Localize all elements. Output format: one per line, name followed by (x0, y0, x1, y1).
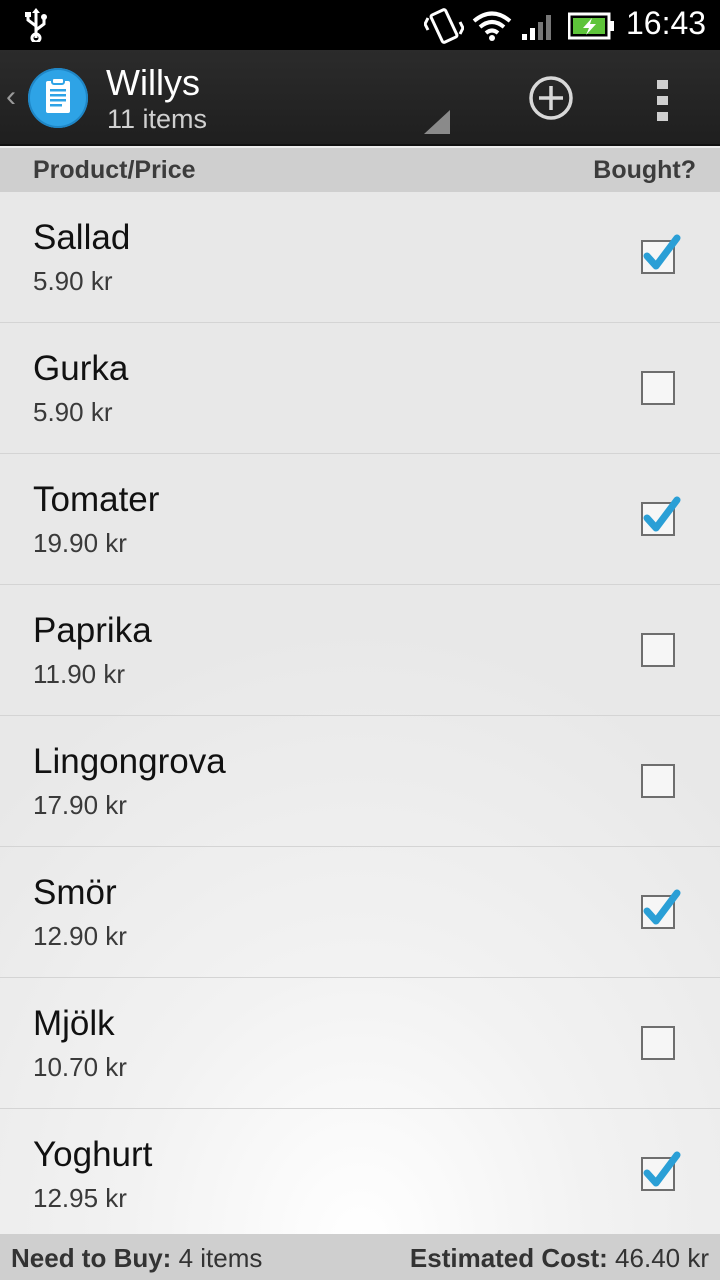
list-item[interactable]: Smör 12.90 kr (0, 847, 720, 978)
product-price: 12.95 kr (33, 1183, 127, 1213)
bought-checkbox[interactable] (641, 371, 675, 405)
checkmark-icon (643, 496, 681, 532)
bought-checkbox[interactable] (641, 234, 681, 274)
vibrate-icon (423, 8, 465, 49)
signal-icon (520, 12, 556, 47)
overflow-menu-button[interactable] (640, 72, 686, 128)
checkmark-icon (643, 1151, 681, 1187)
need-to-buy-value: 4 items (178, 1243, 263, 1273)
list-item[interactable]: Tomater 19.90 kr (0, 454, 720, 585)
list-item[interactable]: Mjölk 10.70 kr (0, 978, 720, 1109)
bought-checkbox[interactable] (641, 633, 675, 667)
spinner-indicator-icon[interactable] (424, 110, 450, 134)
product-price: 11.90 kr (33, 659, 126, 689)
list-item[interactable]: Lingongrova 17.90 kr (0, 716, 720, 847)
need-to-buy: Need to Buy: 4 items (11, 1243, 262, 1274)
wifi-icon (472, 10, 512, 47)
estimated-cost: Estimated Cost: 46.40 kr (410, 1243, 709, 1274)
product-name: Yoghurt (33, 1135, 153, 1174)
product-name: Gurka (33, 349, 129, 388)
product-name: Lingongrova (33, 742, 226, 781)
summary-footer: Need to Buy: 4 items Estimated Cost: 46.… (0, 1234, 720, 1280)
add-item-button[interactable] (527, 74, 575, 122)
product-price: 5.90 kr (33, 397, 113, 427)
bought-checkbox[interactable] (641, 1026, 675, 1060)
need-to-buy-label: Need to Buy: (11, 1243, 172, 1273)
bought-checkbox[interactable] (641, 764, 675, 798)
status-bar: 16:43 (0, 0, 720, 50)
estimated-cost-value: 46.40 kr (615, 1243, 709, 1273)
product-name: Mjölk (33, 1004, 115, 1043)
list-item[interactable]: Sallad 5.90 kr (0, 192, 720, 323)
checkmark-icon (643, 889, 681, 925)
list-title[interactable]: Willys (106, 62, 200, 104)
product-price: 5.90 kr (33, 266, 113, 296)
back-chevron-icon[interactable]: ‹ (6, 80, 16, 114)
list-item[interactable]: Paprika 11.90 kr (0, 585, 720, 716)
product-name: Paprika (33, 611, 152, 650)
product-price: 12.90 kr (33, 921, 127, 951)
battery-charging-icon (567, 12, 616, 45)
list-item[interactable]: Gurka 5.90 kr (0, 323, 720, 454)
bought-checkbox[interactable] (641, 889, 681, 929)
checkmark-icon (643, 234, 681, 270)
bought-checkbox[interactable] (641, 1151, 681, 1191)
product-price: 19.90 kr (33, 528, 127, 558)
item-count: 11 items (107, 104, 208, 134)
product-price: 17.90 kr (33, 790, 127, 820)
usb-icon (22, 8, 50, 47)
estimated-cost-label: Estimated Cost: (409, 1243, 608, 1273)
product-price: 10.70 kr (33, 1052, 127, 1082)
clipboard-icon[interactable] (28, 68, 88, 128)
product-name: Smör (33, 873, 117, 912)
product-name: Sallad (33, 218, 131, 257)
product-name: Tomater (33, 480, 160, 519)
clock: 16:43 (626, 5, 707, 41)
column-bought: Bought? (593, 156, 696, 184)
shopping-list[interactable]: Sallad 5.90 kr Gurka 5.90 kr Tomater 19.… (0, 192, 720, 1234)
action-bar: ‹ Willys 11 items (0, 50, 720, 146)
bought-checkbox[interactable] (641, 496, 681, 536)
column-header: Product/Price Bought? (0, 148, 720, 192)
list-item[interactable]: Yoghurt 12.95 kr (0, 1109, 720, 1234)
column-product-price: Product/Price (33, 156, 196, 184)
